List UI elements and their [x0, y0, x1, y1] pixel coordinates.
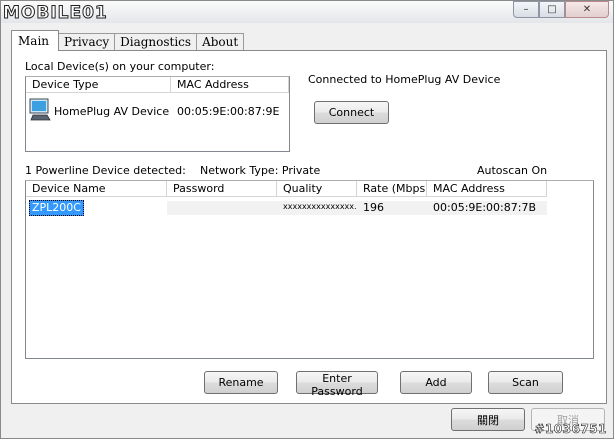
computer-monitor-icon [26, 98, 54, 125]
tab-main[interactable]: Main [11, 30, 60, 51]
local-device-type: HomePlug AV Device [54, 104, 170, 118]
watermark-id: #1036751 [534, 422, 607, 437]
network-type: Network Type: Private [200, 164, 321, 177]
devices-detected-count: 1 Powerline Device detected: [25, 164, 186, 177]
column-device-name[interactable]: Device Name [26, 181, 167, 197]
main-tab-panel: Local Device(s) on your computer: Device… [11, 50, 607, 404]
connection-status: Connected to HomePlug AV Device [308, 73, 501, 86]
tab-diagnostics[interactable]: Diagnostics [114, 33, 198, 51]
close-window-button[interactable]: ✕ [565, 1, 609, 18]
local-devices-list[interactable]: Device Type MAC Address HomePlug AV Devi… [25, 76, 290, 152]
app-window: MOBILE01 – □ ✕ Main Privacy Diagnostics … [0, 0, 614, 439]
column-device-type[interactable]: Device Type [26, 77, 171, 93]
column-quality[interactable]: Quality [277, 181, 357, 197]
rename-button[interactable]: Rename [204, 371, 278, 394]
quality-cell: xxxxxxxxxxxxxxx... [277, 200, 357, 215]
local-device-mac: 00:05:9E:00:87:9E [177, 104, 280, 118]
column-mac[interactable]: MAC Address [427, 181, 547, 197]
title-bar[interactable]: MOBILE01 – □ ✕ [1, 1, 613, 24]
local-devices-title: Local Device(s) on your computer: [25, 60, 215, 73]
password-cell [167, 200, 277, 215]
mac-cell: 00:05:9E:00:87:7B [427, 200, 547, 215]
device-name-selected[interactable]: ZPL200C [29, 199, 84, 216]
connect-button[interactable]: Connect [314, 101, 389, 124]
column-rate[interactable]: Rate (Mbps) [357, 181, 427, 197]
table-row[interactable]: ZPL200C xxxxxxxxxxxxxxx... 196 00:05:9E:… [26, 199, 547, 216]
column-password[interactable]: Password [167, 181, 277, 197]
close-button[interactable]: 關閉 [451, 408, 525, 431]
tab-strip: Main Privacy Diagnostics About [11, 30, 245, 51]
window-controls: – □ ✕ [513, 1, 609, 18]
rate-cell: 196 [357, 200, 427, 215]
local-devices-header: Device Type MAC Address [26, 77, 289, 93]
tab-about[interactable]: About [196, 33, 245, 51]
device-name-cell[interactable]: ZPL200C [26, 199, 167, 216]
scan-button[interactable]: Scan [488, 371, 563, 394]
list-item[interactable]: HomePlug AV Device 00:05:9E:00:87:9E [26, 98, 289, 124]
tab-privacy[interactable]: Privacy [58, 33, 116, 51]
column-mac-address[interactable]: MAC Address [171, 77, 289, 93]
add-button[interactable]: Add [400, 371, 472, 394]
minimize-button[interactable]: – [513, 1, 539, 18]
powerline-devices-header: Device Name Password Quality Rate (Mbps)… [26, 181, 547, 197]
powerline-devices-list[interactable]: Device Name Password Quality Rate (Mbps)… [25, 180, 594, 359]
mobile01-logo: MOBILE01 [3, 3, 108, 24]
enter-password-button[interactable]: Enter Password [296, 371, 378, 398]
autoscan-status: Autoscan On [477, 164, 548, 177]
maximize-button[interactable]: □ [539, 1, 565, 18]
